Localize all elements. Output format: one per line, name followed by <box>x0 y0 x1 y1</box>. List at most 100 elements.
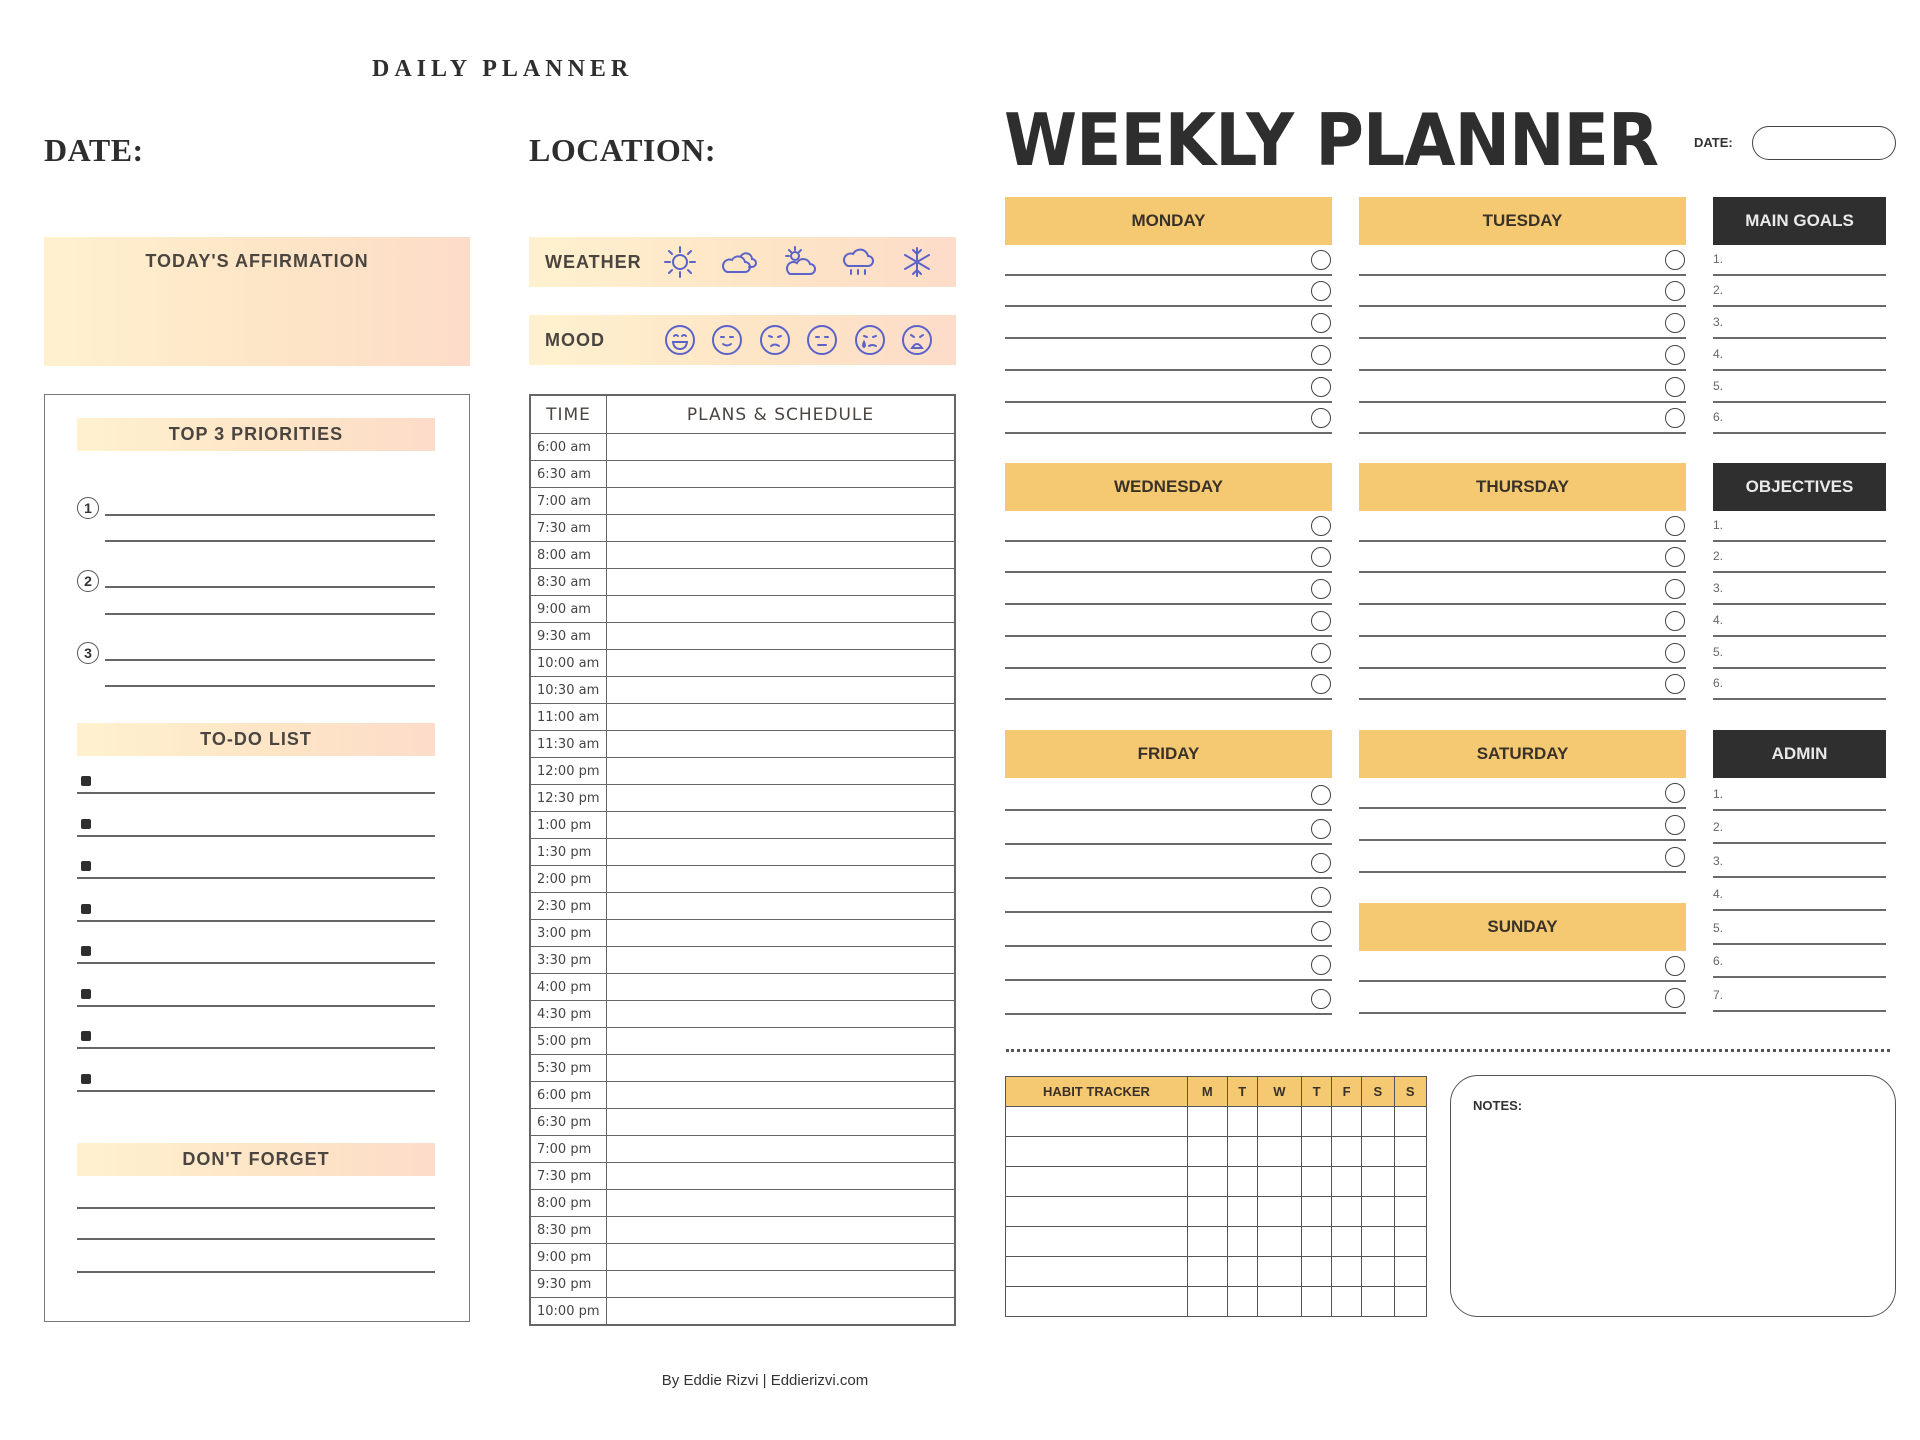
priority-line[interactable] <box>105 586 435 588</box>
task-line[interactable] <box>1005 634 1332 637</box>
main_goals-item-line[interactable] <box>1713 400 1886 403</box>
habit-check-cell[interactable] <box>1256 1256 1303 1287</box>
habit-check-cell[interactable] <box>1187 1256 1228 1287</box>
plan-cell[interactable] <box>606 973 955 1001</box>
habit-name-cell[interactable] <box>1005 1136 1188 1167</box>
habit-check-cell[interactable] <box>1331 1226 1363 1257</box>
task-line[interactable] <box>1359 337 1686 340</box>
objectives-item-line[interactable] <box>1713 571 1886 574</box>
habit-check-cell[interactable] <box>1331 1256 1363 1287</box>
task-line[interactable] <box>1005 571 1332 574</box>
task-line[interactable] <box>1005 911 1332 913</box>
task-line[interactable] <box>1359 305 1686 308</box>
task-checkbox[interactable] <box>1665 610 1685 631</box>
priority-line[interactable] <box>105 540 435 542</box>
task-checkbox[interactable] <box>1665 515 1685 536</box>
cloudy-icon[interactable] <box>718 241 760 283</box>
habit-check-cell[interactable] <box>1256 1106 1303 1137</box>
task-checkbox[interactable] <box>1311 955 1331 975</box>
neutral-face-icon[interactable] <box>801 319 843 361</box>
task-line[interactable] <box>1005 432 1332 435</box>
objectives-item-line[interactable] <box>1713 603 1886 606</box>
habit-check-cell[interactable] <box>1361 1166 1395 1197</box>
plan-cell[interactable] <box>606 784 955 812</box>
task-line[interactable] <box>1005 368 1332 371</box>
dont-forget-line[interactable] <box>77 1238 435 1240</box>
habit-check-cell[interactable] <box>1301 1256 1333 1287</box>
plan-cell[interactable] <box>606 1162 955 1190</box>
priority-line[interactable] <box>105 659 435 661</box>
habit-check-cell[interactable] <box>1331 1136 1363 1167</box>
task-line[interactable] <box>1359 666 1686 669</box>
task-checkbox[interactable] <box>1665 408 1685 429</box>
task-line[interactable] <box>1005 337 1332 340</box>
todo-bullet-icon[interactable] <box>81 1031 91 1041</box>
task-checkbox[interactable] <box>1665 674 1685 695</box>
plan-cell[interactable] <box>606 703 955 731</box>
task-checkbox[interactable] <box>1311 610 1331 631</box>
plan-cell[interactable] <box>606 757 955 785</box>
habit-check-cell[interactable] <box>1256 1136 1303 1167</box>
plan-cell[interactable] <box>606 892 955 920</box>
priority-line[interactable] <box>105 685 435 687</box>
task-checkbox[interactable] <box>1311 989 1331 1009</box>
habit-name-cell[interactable] <box>1005 1226 1188 1257</box>
sad-face-icon[interactable] <box>754 319 796 361</box>
plan-cell[interactable] <box>606 676 955 704</box>
task-checkbox[interactable] <box>1665 988 1685 1008</box>
habit-check-cell[interactable] <box>1256 1226 1303 1257</box>
task-line[interactable] <box>1359 571 1686 574</box>
habit-check-cell[interactable] <box>1187 1106 1228 1137</box>
admin-item-line[interactable] <box>1713 942 1886 945</box>
habit-check-cell[interactable] <box>1393 1286 1428 1317</box>
plan-cell[interactable] <box>606 811 955 839</box>
habit-check-cell[interactable] <box>1301 1136 1333 1167</box>
todo-bullet-icon[interactable] <box>81 861 91 871</box>
snowflake-icon[interactable] <box>896 241 938 283</box>
plan-cell[interactable] <box>606 865 955 893</box>
todo-line[interactable] <box>77 962 435 964</box>
task-line[interactable] <box>1005 273 1332 276</box>
task-line[interactable] <box>1359 839 1686 841</box>
main_goals-item-line[interactable] <box>1713 337 1886 340</box>
task-line[interactable] <box>1359 432 1686 435</box>
habit-check-cell[interactable] <box>1393 1136 1428 1167</box>
habit-check-cell[interactable] <box>1361 1106 1395 1137</box>
habit-check-cell[interactable] <box>1361 1196 1395 1227</box>
habit-check-cell[interactable] <box>1331 1166 1363 1197</box>
plan-cell[interactable] <box>606 649 955 677</box>
task-checkbox[interactable] <box>1311 819 1331 839</box>
admin-item-line[interactable] <box>1713 808 1886 811</box>
habit-check-cell[interactable] <box>1393 1196 1428 1227</box>
rain-icon[interactable] <box>837 241 879 283</box>
habit-check-cell[interactable] <box>1226 1226 1258 1257</box>
task-line[interactable] <box>1005 979 1332 981</box>
plan-cell[interactable] <box>606 460 955 488</box>
plan-cell[interactable] <box>606 622 955 650</box>
task-checkbox[interactable] <box>1311 376 1331 397</box>
habit-check-cell[interactable] <box>1226 1166 1258 1197</box>
task-checkbox[interactable] <box>1665 579 1685 600</box>
habit-check-cell[interactable] <box>1361 1286 1395 1317</box>
main_goals-item-line[interactable] <box>1713 432 1886 435</box>
dont-forget-line[interactable] <box>77 1271 435 1273</box>
habit-check-cell[interactable] <box>1331 1286 1363 1317</box>
habit-check-cell[interactable] <box>1331 1106 1363 1137</box>
task-checkbox[interactable] <box>1311 921 1331 941</box>
notes-box[interactable]: NOTES: <box>1450 1075 1896 1317</box>
sun-icon[interactable] <box>659 241 701 283</box>
todo-line[interactable] <box>77 1089 435 1092</box>
habit-check-cell[interactable] <box>1393 1256 1428 1287</box>
objectives-item-line[interactable] <box>1713 666 1886 669</box>
task-checkbox[interactable] <box>1311 344 1331 365</box>
task-line[interactable] <box>1359 273 1686 276</box>
main_goals-item-line[interactable] <box>1713 368 1886 371</box>
main_goals-item-line[interactable] <box>1713 305 1886 308</box>
task-checkbox[interactable] <box>1311 408 1331 429</box>
habit-check-cell[interactable] <box>1226 1286 1258 1317</box>
task-line[interactable] <box>1359 807 1686 809</box>
todo-line[interactable] <box>77 1047 435 1049</box>
task-line[interactable] <box>1005 400 1332 403</box>
plan-cell[interactable] <box>606 514 955 542</box>
todo-line[interactable] <box>77 834 435 837</box>
